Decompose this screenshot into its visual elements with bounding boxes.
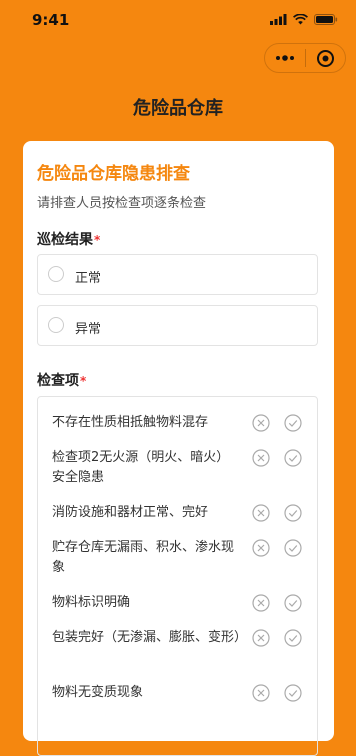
approve-icon[interactable] bbox=[284, 449, 302, 467]
card-title: 危险品仓库隐患排查 bbox=[37, 164, 190, 184]
approve-icon[interactable] bbox=[284, 504, 302, 522]
reject-icon[interactable] bbox=[252, 539, 270, 557]
approve-icon[interactable] bbox=[284, 684, 302, 702]
radio-abnormal[interactable] bbox=[48, 317, 64, 333]
approve-icon[interactable] bbox=[284, 539, 302, 557]
result-section-label: 巡检结果* bbox=[37, 229, 100, 249]
inspection-card: 危险品仓库隐患排查 请排查人员按检查项逐条检查 巡检结果* 正常 异常 检查项*… bbox=[23, 141, 334, 756]
approve-icon[interactable] bbox=[284, 629, 302, 647]
check-item-text: 贮存仓库无漏雨、积水、渗水现象 bbox=[52, 540, 235, 575]
option-normal-label: 正常 bbox=[75, 271, 102, 286]
page-title: 危险品仓库 bbox=[133, 98, 223, 119]
radio-normal[interactable] bbox=[48, 266, 64, 282]
items-section-label: 检查项* bbox=[37, 370, 86, 390]
more-dots-icon[interactable] bbox=[275, 55, 295, 61]
capsule-divider bbox=[305, 49, 306, 67]
check-item-actions bbox=[252, 684, 302, 702]
required-mark: * bbox=[80, 374, 87, 388]
option-normal[interactable]: 正常 bbox=[37, 254, 318, 295]
check-item-text: 物料无变质现象 bbox=[52, 685, 144, 700]
items-label-text: 检查项 bbox=[37, 373, 79, 389]
capsule-menu bbox=[264, 43, 346, 73]
check-item-text: 不存在性质相抵触物料混存 bbox=[52, 415, 209, 430]
reject-icon[interactable] bbox=[252, 414, 270, 432]
check-item-actions bbox=[252, 504, 302, 522]
required-mark: * bbox=[94, 233, 101, 247]
approve-icon[interactable] bbox=[284, 414, 302, 432]
result-label-text: 巡检结果 bbox=[37, 232, 93, 248]
status-bar: 9:41 bbox=[0, 0, 356, 40]
card-subtitle: 请排查人员按检查项逐条检查 bbox=[37, 196, 207, 211]
checklist: 不存在性质相抵触物料混存 检查项2无火源（明火、暗火）安全隐患 消防设施和器材正… bbox=[37, 396, 318, 756]
option-abnormal-label: 异常 bbox=[75, 322, 102, 337]
status-icons bbox=[270, 14, 338, 25]
check-item-actions bbox=[252, 629, 302, 647]
check-item-actions bbox=[252, 594, 302, 612]
battery-icon bbox=[314, 14, 338, 25]
approve-icon[interactable] bbox=[284, 594, 302, 612]
check-item-text: 消防设施和器材正常、完好 bbox=[52, 505, 209, 520]
reject-icon[interactable] bbox=[252, 504, 270, 522]
reject-icon[interactable] bbox=[252, 449, 270, 467]
check-item-text: 物料标识明确 bbox=[52, 595, 131, 610]
signal-icon bbox=[270, 14, 287, 25]
reject-icon[interactable] bbox=[252, 629, 270, 647]
close-circle-icon[interactable] bbox=[316, 49, 335, 68]
status-time: 9:41 bbox=[32, 11, 70, 29]
option-abnormal[interactable]: 异常 bbox=[37, 305, 318, 346]
check-item-actions bbox=[252, 414, 302, 432]
check-item-actions bbox=[252, 449, 302, 467]
reject-icon[interactable] bbox=[252, 684, 270, 702]
check-item-text: 包装完好（无渗漏、膨胀、变形） bbox=[52, 630, 248, 645]
reject-icon[interactable] bbox=[252, 594, 270, 612]
check-item-text: 检查项2无火源（明火、暗火）安全隐患 bbox=[52, 450, 230, 485]
check-item-actions bbox=[252, 539, 302, 557]
wifi-icon bbox=[293, 14, 308, 25]
